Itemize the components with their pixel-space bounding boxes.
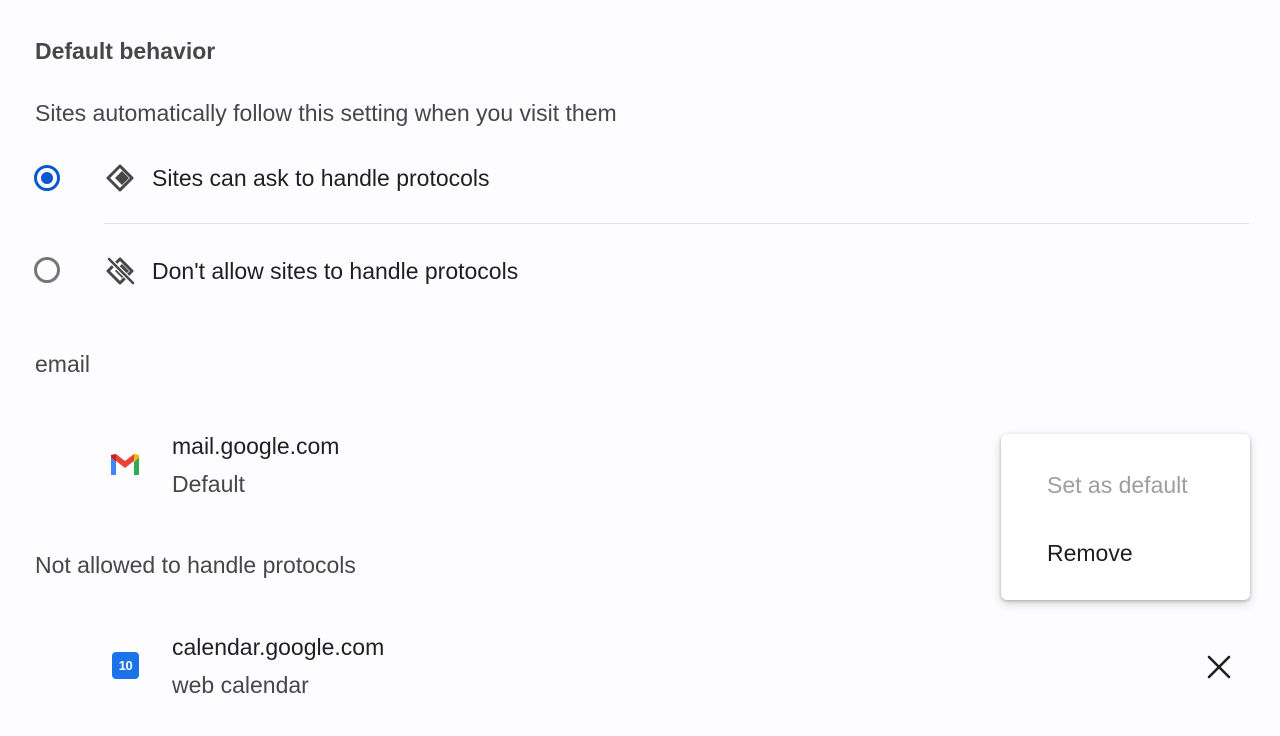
site-name-mail: mail.google.com bbox=[172, 433, 340, 459]
site-subtitle-calendar: web calendar bbox=[172, 672, 309, 698]
protocol-handler-icon bbox=[106, 164, 134, 192]
option-label-block: Don't allow sites to handle protocols bbox=[152, 258, 519, 284]
not-allowed-group-label: Not allowed to handle protocols bbox=[35, 552, 356, 578]
radio-option-block[interactable]: Don't allow sites to handle protocols bbox=[0, 241, 1280, 301]
site-name-calendar: calendar.google.com bbox=[172, 634, 385, 660]
google-calendar-icon: 10 bbox=[112, 652, 139, 679]
radio-button-unchecked[interactable] bbox=[34, 257, 60, 283]
option-label-allow: Sites can ask to handle protocols bbox=[152, 165, 490, 191]
menu-item-remove[interactable]: Remove bbox=[1001, 528, 1250, 578]
protocol-handler-off-icon bbox=[106, 256, 136, 286]
menu-item-set-as-default[interactable]: Set as default bbox=[1001, 460, 1250, 510]
remove-close-icon[interactable] bbox=[1200, 648, 1238, 686]
gmail-icon bbox=[111, 454, 139, 475]
protocol-handlers-settings-page: Default behavior Sites automatically fol… bbox=[0, 0, 1280, 736]
radio-option-allow[interactable]: Sites can ask to handle protocols bbox=[0, 148, 1280, 208]
site-subtitle-mail: Default bbox=[172, 471, 245, 497]
default-behavior-description: Sites automatically follow this setting … bbox=[35, 100, 617, 126]
email-group-label: email bbox=[35, 351, 90, 377]
default-behavior-heading: Default behavior bbox=[35, 38, 216, 64]
context-menu: Set as default Remove bbox=[1001, 434, 1250, 600]
divider bbox=[104, 223, 1249, 224]
radio-button-checked[interactable] bbox=[34, 165, 60, 191]
